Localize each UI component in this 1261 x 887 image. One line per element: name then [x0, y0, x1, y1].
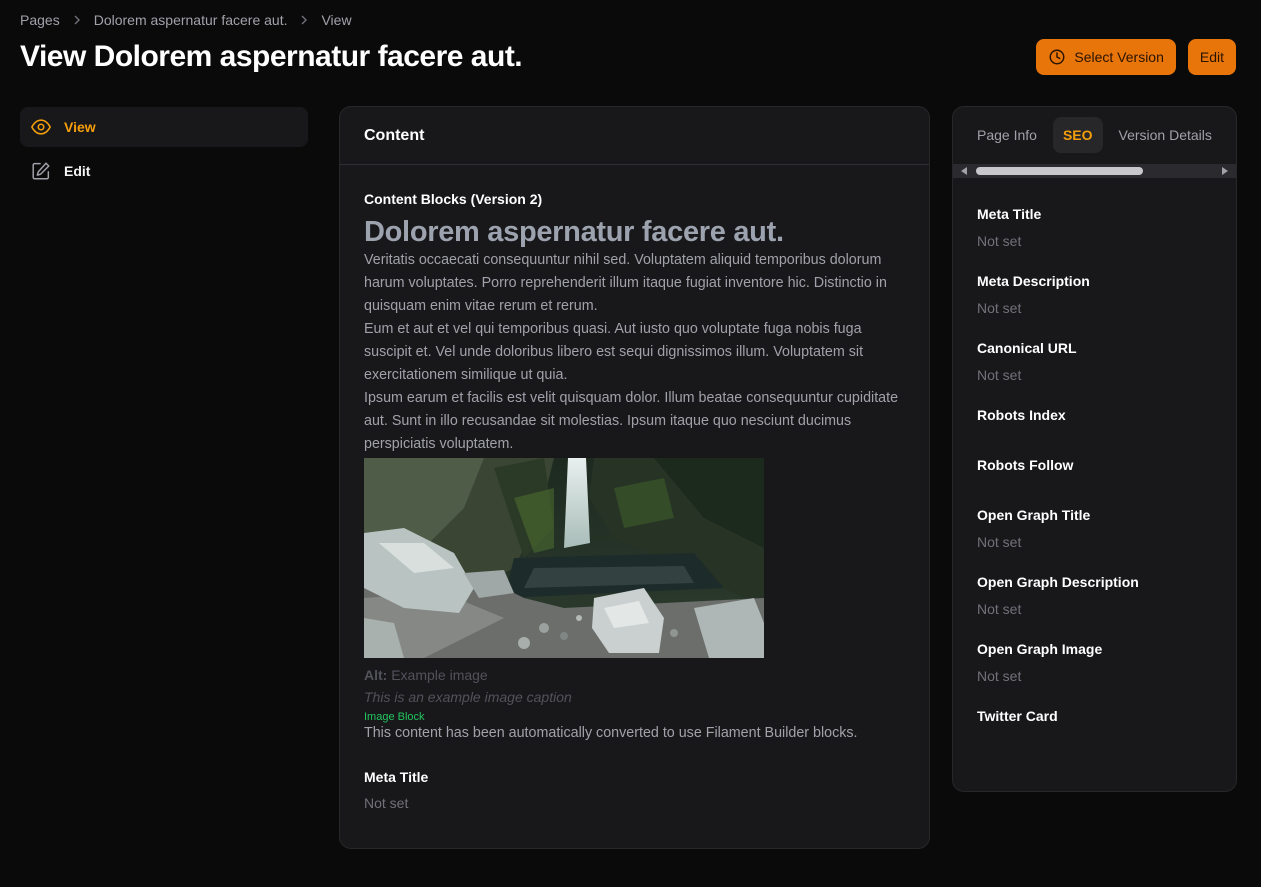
- seo-field-value: Not set: [977, 233, 1022, 249]
- chevron-right-icon: [299, 15, 309, 25]
- scroll-right-arrow-icon[interactable]: [1222, 167, 1228, 175]
- breadcrumb-page[interactable]: Dolorem aspernatur facere aut.: [94, 12, 288, 28]
- meta-title-label: Meta Title: [364, 768, 429, 785]
- seo-field-twitter-card: Twitter Card: [977, 708, 1212, 724]
- chevron-right-icon: [72, 15, 82, 25]
- tabs-horizontal-scrollbar[interactable]: [953, 164, 1236, 178]
- seo-field-label: Robots Follow: [977, 457, 1074, 473]
- content-paragraph: Veritatis occaecati consequuntur nihil s…: [364, 251, 887, 314]
- eye-icon: [30, 116, 52, 138]
- nav-item-view[interactable]: View: [20, 107, 308, 147]
- header-actions: Select Version Edit: [1036, 39, 1236, 75]
- seo-field-label: Meta Title: [977, 206, 1042, 222]
- seo-field-label: Open Graph Description: [977, 574, 1139, 590]
- seo-field-meta-title: Meta Title Not set: [977, 206, 1212, 249]
- seo-field-value: Not set: [977, 300, 1022, 316]
- clock-icon: [1048, 48, 1066, 66]
- seo-field-value: Not set: [977, 601, 1022, 617]
- seo-field-label: Open Graph Title: [977, 507, 1091, 523]
- content-section: Content Content Blocks (Version 2) Dolor…: [339, 106, 930, 849]
- image-alt: Alt: Example image: [364, 667, 905, 683]
- converted-note: This content has been automatically conv…: [364, 724, 858, 741]
- scrollbar-thumb[interactable]: [976, 167, 1143, 175]
- nav-item-label: View: [64, 119, 96, 135]
- image-caption: This is an example image caption: [364, 688, 572, 705]
- image-alt-value: Example image: [391, 666, 488, 683]
- image-alt-label: Alt:: [364, 666, 388, 683]
- seo-field-og-title: Open Graph Title Not set: [977, 507, 1212, 550]
- scroll-left-arrow-icon[interactable]: [961, 167, 967, 175]
- nav-item-label: Edit: [64, 163, 91, 179]
- select-version-label: Select Version: [1074, 49, 1164, 65]
- sub-navigation: View Edit: [20, 107, 308, 195]
- seo-field-value: Not set: [977, 668, 1022, 684]
- seo-field-label: Open Graph Image: [977, 641, 1103, 657]
- seo-field-label: Meta Description: [977, 273, 1090, 289]
- details-tabs: Page Info SEO Version Details: [953, 107, 1236, 164]
- seo-field-og-description: Open Graph Description Not set: [977, 574, 1212, 617]
- seo-field-og-image: Open Graph Image Not set: [977, 641, 1212, 684]
- seo-field-canonical-url: Canonical URL Not set: [977, 340, 1212, 383]
- content-section-header: Content: [340, 107, 929, 165]
- seo-fields: Meta Title Not set Meta Description Not …: [953, 178, 1236, 724]
- edit-button[interactable]: Edit: [1187, 39, 1236, 75]
- tab-version-details[interactable]: Version Details: [1109, 117, 1222, 153]
- details-panel: Page Info SEO Version Details Meta Title…: [952, 106, 1237, 792]
- page-title: View Dolorem aspernatur facere aut.: [20, 40, 523, 73]
- content-image-waterfall: [364, 457, 764, 658]
- nav-item-edit[interactable]: Edit: [20, 151, 308, 191]
- pencil-square-icon: [30, 160, 52, 182]
- tab-seo[interactable]: SEO: [1052, 117, 1103, 153]
- content-paragraph: Ipsum earum et facilis est velit quisqua…: [364, 389, 899, 452]
- tab-page-info[interactable]: Page Info: [967, 117, 1047, 153]
- content-block-heading: Dolorem aspernatur facere aut.: [364, 216, 784, 248]
- seo-field-label: Robots Index: [977, 407, 1066, 423]
- content-blocks-label: Content Blocks (Version 2): [364, 191, 543, 207]
- seo-field-value: Not set: [977, 367, 1022, 383]
- seo-field-label: Twitter Card: [977, 708, 1058, 724]
- select-version-button[interactable]: Select Version: [1036, 39, 1176, 75]
- breadcrumb-pages[interactable]: Pages: [20, 12, 60, 28]
- meta-title-value: Not set: [364, 794, 409, 811]
- content-paragraph: Eum et aut et vel qui temporibus quasi. …: [364, 320, 864, 383]
- content-section-body: Content Blocks (Version 2) Dolorem asper…: [340, 165, 929, 811]
- breadcrumb: Pages Dolorem aspernatur facere aut. Vie…: [20, 12, 352, 28]
- seo-field-label: Canonical URL: [977, 340, 1077, 356]
- seo-field-meta-description: Meta Description Not set: [977, 273, 1212, 316]
- seo-field-value: Not set: [977, 534, 1022, 550]
- seo-field-robots-follow: Robots Follow: [977, 457, 1212, 473]
- breadcrumb-current: View: [321, 12, 352, 28]
- block-type-badge: Image Block: [364, 710, 425, 723]
- seo-field-robots-index: Robots Index: [977, 407, 1212, 423]
